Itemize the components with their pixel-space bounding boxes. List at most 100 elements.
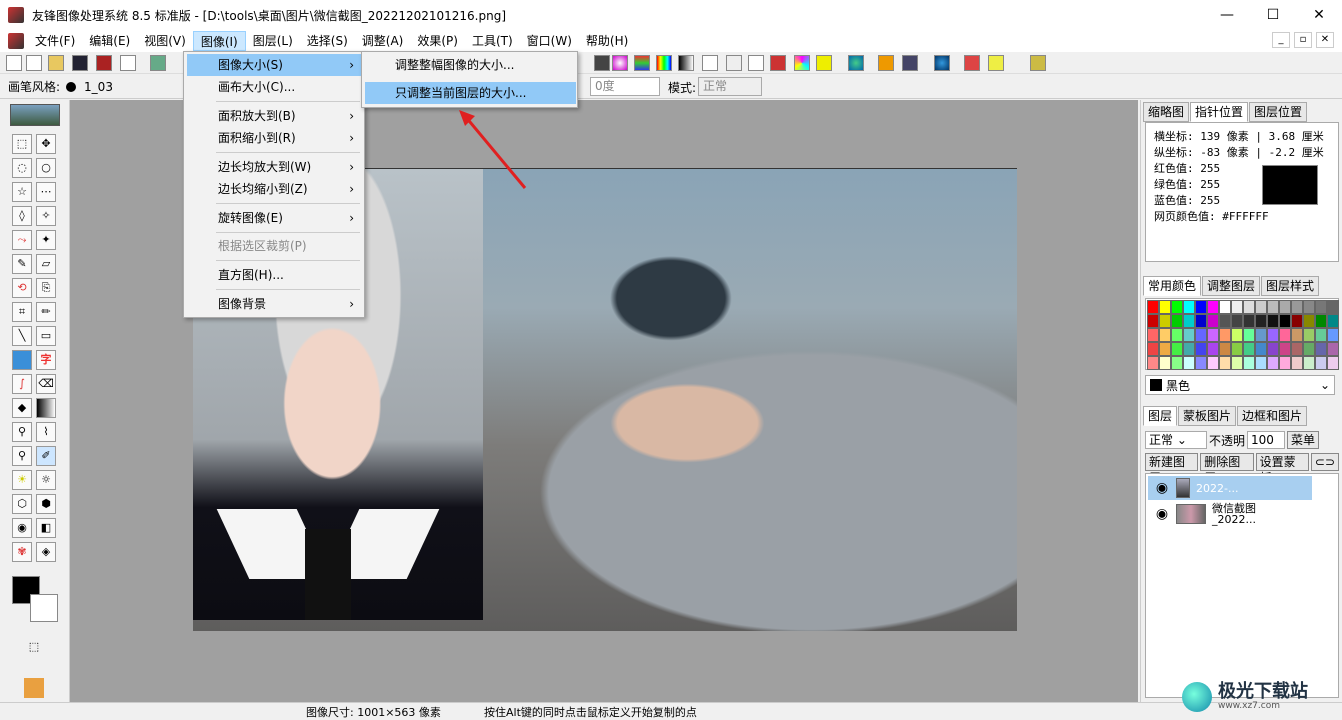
set-mask-button[interactable]: 设置蒙板: [1255, 453, 1309, 485]
palette-swatch[interactable]: [1231, 314, 1243, 328]
palette-swatch[interactable]: [1207, 314, 1219, 328]
eraser-icon[interactable]: ⌫: [36, 374, 56, 394]
print-icon[interactable]: [150, 55, 166, 71]
menu-item-histogram[interactable]: 直方图(H)...: [187, 264, 362, 286]
palette-swatch[interactable]: [1279, 314, 1291, 328]
palette-swatch[interactable]: [1243, 356, 1255, 370]
camera-icon[interactable]: [594, 55, 610, 71]
g-effect-icon[interactable]: [748, 55, 764, 71]
palette-swatch[interactable]: [1207, 342, 1219, 356]
arrow-right-icon[interactable]: [816, 55, 832, 71]
palette-swatch[interactable]: [1159, 300, 1171, 314]
palette-swatch[interactable]: [1147, 356, 1159, 370]
film-icon[interactable]: [902, 55, 918, 71]
palette-swatch[interactable]: [1147, 300, 1159, 314]
palette-swatch[interactable]: [1231, 328, 1243, 342]
blend-mode-select[interactable]: 正常 ⌄: [1145, 431, 1207, 449]
menu-select[interactable]: 选择(S): [300, 31, 355, 51]
eye-icon[interactable]: ◉: [1152, 480, 1172, 496]
paper-icon[interactable]: [726, 55, 742, 71]
menu-adjust[interactable]: 调整(A): [355, 31, 411, 51]
brush-dot-icon[interactable]: [66, 81, 77, 92]
tab-common-colors[interactable]: 常用颜色: [1143, 276, 1202, 296]
palette-swatch[interactable]: [1147, 328, 1159, 342]
opacity-input[interactable]: 100: [1247, 431, 1286, 449]
text-icon[interactable]: 字: [36, 350, 56, 370]
eyedropper-icon[interactable]: ⚲: [12, 422, 32, 442]
curve-icon[interactable]: ∫: [12, 374, 32, 394]
palette-swatch[interactable]: [1183, 314, 1195, 328]
circle-select-icon[interactable]: ○: [36, 158, 56, 178]
palette-swatch[interactable]: [1303, 342, 1315, 356]
quick-mask-icon[interactable]: ⬚: [24, 638, 44, 658]
palette-swatch[interactable]: [1243, 328, 1255, 342]
bucket-icon[interactable]: ◆: [12, 398, 32, 418]
mdi-minimize-button[interactable]: _: [1272, 32, 1290, 48]
palette-swatch[interactable]: [1291, 356, 1303, 370]
pen-select-icon[interactable]: ✎: [12, 254, 32, 274]
image-icon[interactable]: [12, 350, 32, 370]
palette-swatch[interactable]: [1219, 314, 1231, 328]
palette-swatch[interactable]: [1207, 300, 1219, 314]
palette-swatch[interactable]: [1315, 300, 1327, 314]
mdi-close-button[interactable]: ✕: [1316, 32, 1334, 48]
lasso-icon[interactable]: ◊: [12, 206, 32, 226]
palette-swatch[interactable]: [1291, 342, 1303, 356]
palette-swatch[interactable]: [1243, 314, 1255, 328]
link-icon[interactable]: ⊂⊃: [1310, 453, 1339, 471]
palette-swatch[interactable]: [1195, 328, 1207, 342]
palette-swatch[interactable]: [1315, 342, 1327, 356]
tab-layer-style[interactable]: 图层样式: [1261, 276, 1320, 296]
calendar-icon[interactable]: [878, 55, 894, 71]
palette-swatch[interactable]: [1327, 356, 1339, 370]
palette-swatch[interactable]: [1219, 300, 1231, 314]
palette-swatch[interactable]: [1219, 356, 1231, 370]
new-file-icon[interactable]: [6, 55, 22, 71]
palette-swatch[interactable]: [1267, 328, 1279, 342]
scan-icon[interactable]: [26, 55, 42, 71]
palette-swatch[interactable]: [1279, 328, 1291, 342]
transform-icon[interactable]: ▱: [36, 254, 56, 274]
palette-swatch[interactable]: [1243, 300, 1255, 314]
rgb-icon[interactable]: [794, 55, 810, 71]
palette-swatch[interactable]: [1267, 356, 1279, 370]
magic-wand-icon[interactable]: ✦: [36, 230, 56, 250]
palette-swatch[interactable]: [1171, 328, 1183, 342]
save-icon[interactable]: [72, 55, 88, 71]
palette-swatch[interactable]: [1303, 356, 1315, 370]
palette-swatch[interactable]: [1183, 328, 1195, 342]
menu-window[interactable]: 窗口(W): [520, 31, 579, 51]
palette-swatch[interactable]: [1279, 342, 1291, 356]
tab-mask-image[interactable]: 蒙板图片: [1178, 406, 1237, 426]
layer-row[interactable]: ◉ 微信截图 _2022...: [1148, 502, 1312, 526]
layer-row[interactable]: ◉ 2022-...: [1148, 476, 1312, 500]
polygon-select-icon[interactable]: ☆: [12, 182, 32, 202]
background-color[interactable]: [30, 594, 58, 622]
move-icon[interactable]: ✥: [36, 134, 56, 154]
globe-search-icon[interactable]: [848, 55, 864, 71]
line-icon[interactable]: ╲: [12, 326, 32, 346]
tab-adjust-layer[interactable]: 调整图层: [1202, 276, 1261, 296]
help-icon[interactable]: [988, 55, 1004, 71]
lines-icon[interactable]: [702, 55, 718, 71]
frame-icon[interactable]: [770, 55, 786, 71]
palette-swatch[interactable]: [1303, 300, 1315, 314]
color-select[interactable]: 黑色 ⌄: [1145, 375, 1335, 395]
color-bars-icon[interactable]: [634, 55, 650, 71]
palette-swatch[interactable]: [1219, 342, 1231, 356]
palette-swatch[interactable]: [1147, 342, 1159, 356]
palette-swatch[interactable]: [1279, 356, 1291, 370]
tab-border-image[interactable]: 边框和图片: [1237, 406, 1308, 426]
palette-swatch[interactable]: [1243, 342, 1255, 356]
web-icon[interactable]: [934, 55, 950, 71]
mdi-restore-button[interactable]: ▫: [1294, 32, 1312, 48]
palette-swatch[interactable]: [1231, 342, 1243, 356]
export-icon[interactable]: [120, 55, 136, 71]
palette-swatch[interactable]: [1219, 328, 1231, 342]
palette-swatch[interactable]: [1171, 356, 1183, 370]
tab-pointer-position[interactable]: 指针位置: [1190, 102, 1249, 122]
menu-item-image-size[interactable]: 图像大小(S) ›: [187, 54, 362, 76]
palette-swatch[interactable]: [1291, 314, 1303, 328]
palette-swatch[interactable]: [1315, 314, 1327, 328]
plugin-icon[interactable]: [964, 55, 980, 71]
